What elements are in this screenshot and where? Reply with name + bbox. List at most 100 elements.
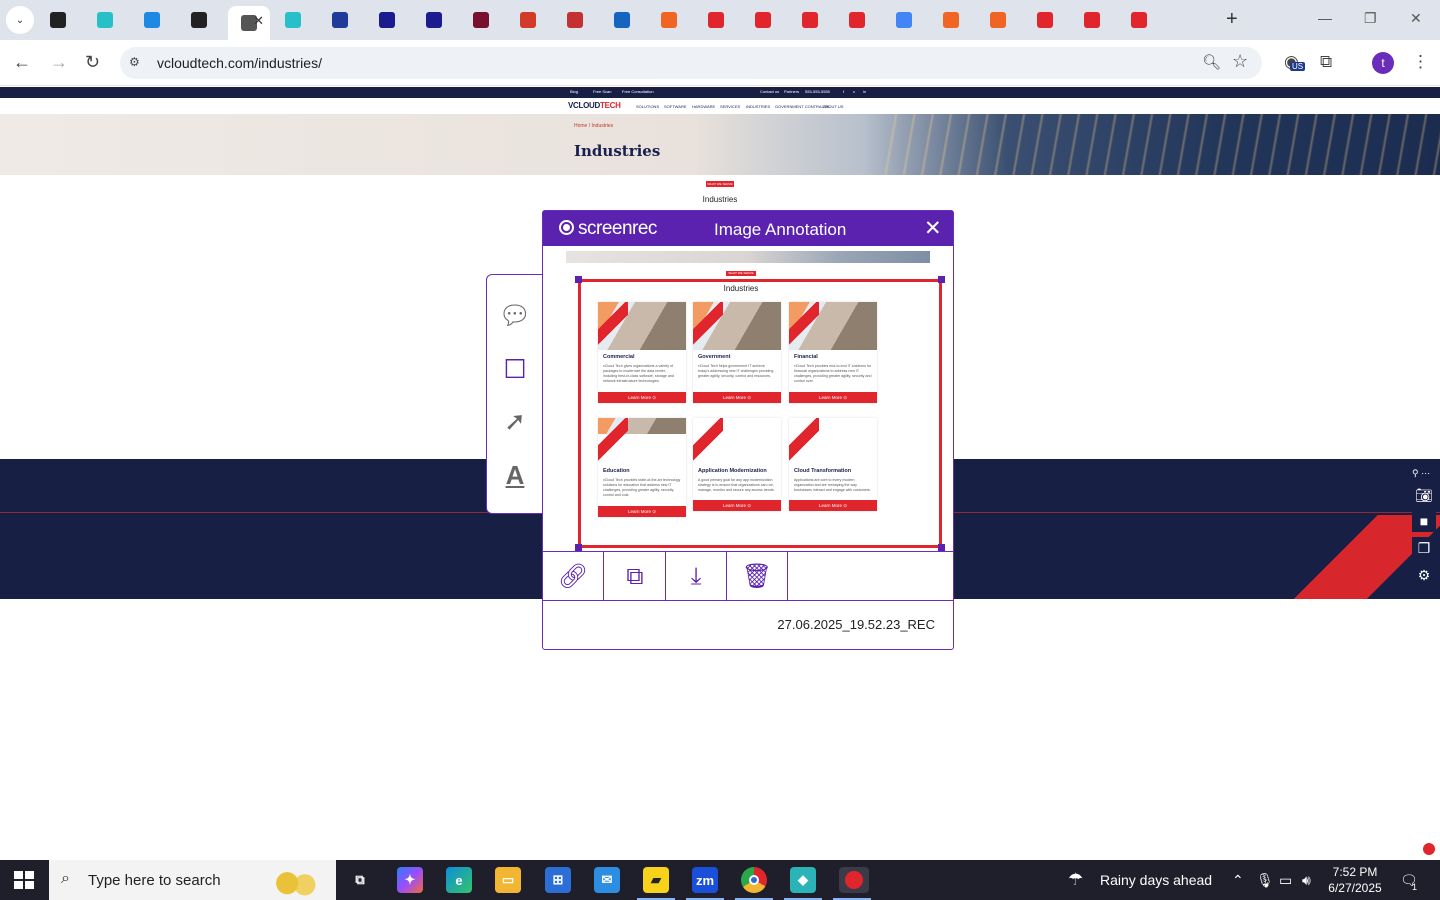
browser-tab[interactable] bbox=[322, 6, 358, 34]
site-logo[interactable]: VCLOUDTECH bbox=[568, 101, 621, 110]
breadcrumb[interactable]: Home / Industries bbox=[574, 123, 613, 129]
tab-close-icon[interactable]: ✕ bbox=[253, 13, 264, 29]
browser-tab[interactable] bbox=[1121, 6, 1157, 34]
screenshot-button[interactable]: 📷︎ bbox=[1412, 484, 1436, 506]
zoom-app-icon[interactable]: zm bbox=[686, 867, 724, 900]
recording-filename[interactable]: 27.06.2025_19.52.23_REC bbox=[543, 617, 935, 632]
browser-tab[interactable] bbox=[1027, 6, 1063, 34]
system-clock[interactable]: 7:52 PM 6/27/2025 bbox=[1322, 864, 1388, 896]
topbar-link[interactable]: Free Consultation bbox=[622, 89, 654, 94]
nav-item[interactable]: GOVERNMENT CONTRACTS bbox=[775, 104, 830, 109]
resize-handle[interactable] bbox=[938, 276, 945, 283]
chrome-icon[interactable] bbox=[735, 867, 773, 900]
edge-icon[interactable]: e bbox=[446, 867, 472, 893]
app-icon[interactable]: ◆ bbox=[784, 867, 822, 900]
browser-tab[interactable] bbox=[40, 6, 76, 34]
task-view-icon[interactable]: ⧉ bbox=[347, 867, 373, 893]
screenrec-app-icon[interactable] bbox=[833, 867, 871, 900]
browser-tab[interactable] bbox=[698, 6, 734, 34]
screenrec-notification-icon[interactable] bbox=[1423, 843, 1435, 855]
minimize-button[interactable]: — bbox=[1318, 10, 1332, 26]
nav-item[interactable]: SOFTWARE bbox=[664, 104, 687, 109]
arrow-tool-button[interactable]: ➚ bbox=[499, 405, 531, 437]
record-video-button[interactable]: ■ bbox=[1412, 510, 1436, 532]
annotation-rectangle[interactable] bbox=[578, 279, 942, 548]
annotation-canvas[interactable]: WHAT WE SERVE Industries Commercial vClo… bbox=[543, 246, 953, 551]
nav-item[interactable]: SERVICES bbox=[720, 104, 740, 109]
topbar-link[interactable]: Blog bbox=[570, 89, 578, 94]
nav-item[interactable]: HARDWARE bbox=[692, 104, 715, 109]
rectangle-tool-button[interactable]: ☐ bbox=[499, 353, 531, 385]
browser-tab[interactable] bbox=[980, 6, 1016, 34]
browser-tab[interactable] bbox=[134, 6, 170, 34]
mail-icon[interactable]: ✉ bbox=[594, 867, 620, 893]
taskbar-search[interactable]: ⌕ Type here to search bbox=[49, 860, 336, 900]
back-button[interactable]: ← bbox=[13, 52, 31, 72]
url-text[interactable]: vcloudtech.com/industries/ bbox=[157, 55, 322, 71]
new-tab-button[interactable]: + bbox=[1226, 9, 1238, 29]
gallery-button[interactable]: ❐ bbox=[1412, 537, 1436, 559]
browser-tab-active[interactable]: ✕ bbox=[228, 6, 270, 40]
profile-avatar[interactable]: t bbox=[1372, 52, 1394, 74]
copy-link-button[interactable]: 🔗︎ bbox=[543, 552, 604, 601]
volume-icon[interactable]: 🔊︎ bbox=[1302, 872, 1311, 889]
resize-handle[interactable] bbox=[938, 544, 945, 551]
x-icon[interactable]: x bbox=[853, 89, 855, 94]
widget-menu-icon[interactable]: ⚲ ⋯ bbox=[1412, 468, 1430, 479]
tab-search-button[interactable]: ⌄ bbox=[6, 6, 34, 34]
download-button[interactable]: ⤓ bbox=[666, 552, 727, 601]
browser-tab[interactable] bbox=[181, 6, 217, 34]
topbar-link[interactable]: Free Scan bbox=[593, 89, 611, 94]
browser-tab[interactable] bbox=[839, 6, 875, 34]
store-icon[interactable]: ⊞ bbox=[545, 867, 571, 893]
topbar-link[interactable]: Contact us bbox=[760, 89, 779, 94]
browser-tab[interactable] bbox=[1074, 6, 1110, 34]
window-close-button[interactable]: ✕ bbox=[1410, 10, 1422, 27]
topbar-link[interactable]: Partners bbox=[784, 89, 799, 94]
site-info-icon[interactable]: ⚙ bbox=[129, 55, 145, 71]
reload-button[interactable]: ↻ bbox=[85, 52, 100, 72]
start-button[interactable] bbox=[14, 871, 34, 889]
zoom-icon[interactable]: 🔍︎ bbox=[1202, 53, 1221, 71]
microphone-icon[interactable]: 🎙︎ bbox=[1256, 872, 1274, 889]
weather-icon[interactable]: ☂ bbox=[1068, 870, 1083, 890]
copy-image-button[interactable]: ⧉ bbox=[605, 552, 666, 601]
browser-tab[interactable] bbox=[557, 6, 593, 34]
network-icon[interactable]: ▭ bbox=[1279, 872, 1292, 889]
copilot-icon[interactable]: ✦ bbox=[397, 867, 423, 893]
menu-icon[interactable]: ⋮ bbox=[1412, 52, 1429, 72]
settings-button[interactable]: ⚙ bbox=[1412, 564, 1436, 586]
facebook-icon[interactable]: f bbox=[843, 89, 844, 94]
browser-tab[interactable] bbox=[510, 6, 546, 34]
topbar-phone[interactable]: 555-555-5555 bbox=[805, 89, 830, 94]
browser-tab[interactable] bbox=[369, 6, 405, 34]
browser-tab[interactable] bbox=[463, 6, 499, 34]
comment-tool-button[interactable]: 💬︎ bbox=[499, 299, 532, 331]
browser-tab[interactable] bbox=[792, 6, 828, 34]
nav-item[interactable]: INDUSTRIES bbox=[746, 104, 770, 109]
file-explorer-icon[interactable]: ▭ bbox=[495, 867, 521, 893]
nav-item[interactable]: SOLUTIONS bbox=[636, 104, 659, 109]
browser-tab[interactable] bbox=[651, 6, 687, 34]
browser-tab[interactable] bbox=[745, 6, 781, 34]
browser-tab[interactable] bbox=[275, 6, 311, 34]
address-bar[interactable]: ⚙ vcloudtech.com/industries/ 🔍︎ ☆ bbox=[120, 47, 1262, 79]
forward-button[interactable]: → bbox=[50, 52, 68, 72]
browser-tab[interactable] bbox=[87, 6, 123, 34]
weather-text[interactable]: Rainy days ahead bbox=[1100, 872, 1212, 888]
chevron-up-icon[interactable]: ⌃ bbox=[1232, 872, 1244, 889]
browser-tab[interactable] bbox=[416, 6, 452, 34]
resize-handle[interactable] bbox=[575, 544, 582, 551]
dialog-close-button[interactable]: ✕ bbox=[924, 216, 942, 241]
extensions-icon[interactable]: ⧉ bbox=[1320, 52, 1332, 72]
browser-tab[interactable] bbox=[604, 6, 640, 34]
sticky-notes-icon[interactable]: ▰ bbox=[637, 867, 675, 900]
text-tool-button[interactable]: A bbox=[499, 459, 531, 491]
restore-button[interactable]: ❐ bbox=[1364, 10, 1377, 27]
browser-tab[interactable] bbox=[933, 6, 969, 34]
bookmark-star-icon[interactable]: ☆ bbox=[1232, 51, 1248, 72]
resize-handle[interactable] bbox=[575, 276, 582, 283]
delete-button[interactable]: 🗑︎ bbox=[727, 552, 788, 601]
nav-item[interactable]: ABOUT US bbox=[823, 104, 843, 109]
linkedin-icon[interactable]: in bbox=[863, 89, 866, 94]
